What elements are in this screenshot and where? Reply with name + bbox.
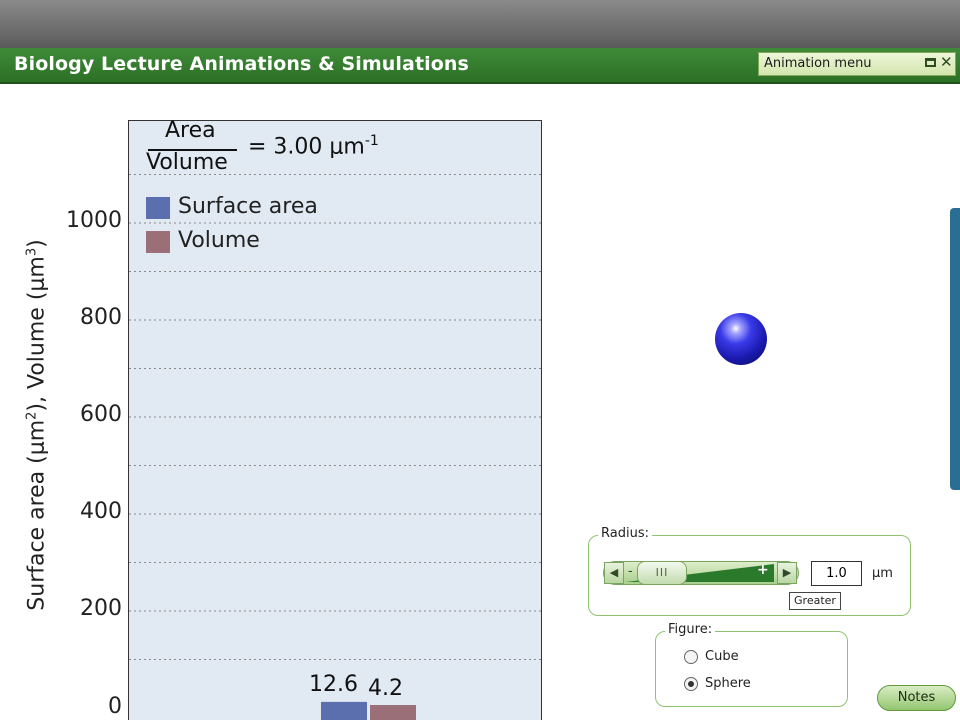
y-tick-label: 200 [80,596,122,621]
bar-value-label-volume: 4.2 [368,676,403,701]
greater-tooltip: Greater [789,592,841,610]
radio-label: Sphere [705,676,751,691]
y-tick-label: 800 [80,305,122,330]
radius-unit-label: μm [872,566,893,581]
radio-button[interactable] [684,650,698,664]
radius-legend: Radius: [598,526,652,541]
window-icon[interactable] [925,58,936,67]
radio-button-selected[interactable] [684,677,698,691]
legend-swatch-surface-area [146,197,170,219]
radio-selected-dot [688,681,694,687]
legend-label: Surface area [178,194,318,219]
animation-menu-button[interactable]: Animation menu ✕ [758,52,956,76]
y-tick-label: 1000 [66,208,122,233]
app-title: Biology Lecture Animations & Simulations [14,53,469,75]
y-tick-label: 400 [80,499,122,524]
figure-panel [655,631,848,707]
figure-legend: Figure: [665,622,716,637]
plus-icon: + [757,562,769,578]
top-gradient-strip [0,0,960,48]
close-icon[interactable]: ✕ [940,53,953,71]
ratio-numerator: Area [165,118,216,143]
legend-label: Volume [178,228,260,253]
minus-icon: - [628,564,633,579]
ratio-denominator: Volume [146,150,228,175]
y-tick-label: 0 [108,694,122,719]
sphere-figure [715,313,767,365]
ratio-value: = 3.00 μm-1 [248,133,379,160]
notes-button[interactable]: Notes [877,685,956,711]
decrease-arrow-button[interactable]: ◀ [604,562,624,584]
y-axis-label: Surface area (μm2), Volume (μm3) [24,239,50,611]
radio-label: Cube [705,649,739,664]
legend-swatch-volume [146,231,170,253]
formulas-side-tab[interactable] [950,208,960,490]
radius-slider-thumb[interactable]: III [637,561,687,585]
radius-value-input[interactable] [811,561,862,586]
animation-menu-label: Animation menu [764,56,872,71]
bar-value-label-surface-area: 12.6 [309,672,358,697]
y-tick-label: 600 [80,402,122,427]
increase-arrow-button[interactable]: ▶ [777,562,797,584]
